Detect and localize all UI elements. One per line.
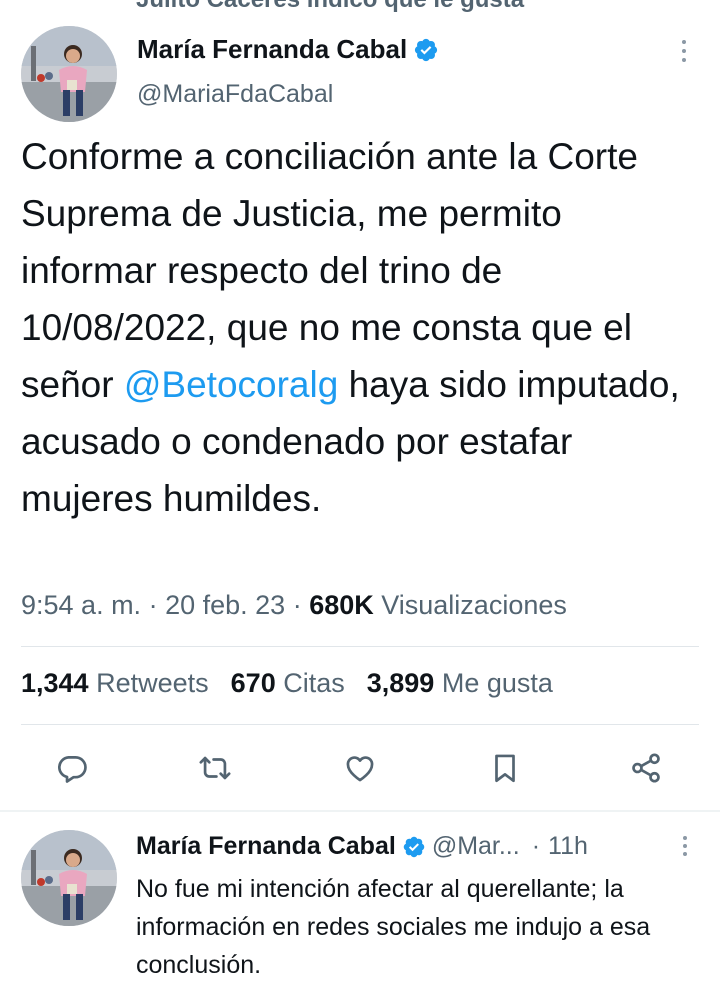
tweet-date[interactable]: 20 feb. 23	[165, 590, 285, 620]
author-name[interactable]: María Fernanda Cabal	[137, 34, 407, 65]
like-icon	[346, 756, 374, 782]
retweets-label: Retweets	[96, 668, 209, 698]
reply-tweet[interactable]: María Fernanda Cabal @Mar... · 11h No fu…	[0, 812, 720, 998]
avatar[interactable]	[21, 26, 117, 122]
likes-label: Me gusta	[441, 668, 553, 698]
reply-time[interactable]: 11h	[548, 832, 588, 861]
bookmark-icon	[495, 754, 515, 783]
reply-author-name[interactable]: María Fernanda Cabal	[136, 832, 396, 861]
meta-separator: ·	[531, 832, 541, 860]
divider	[21, 646, 699, 647]
more-options-icon[interactable]	[678, 836, 692, 860]
reply-author-handle[interactable]: @Mar...	[432, 832, 520, 861]
views-label: Visualizaciones	[381, 590, 567, 620]
mention-link[interactable]: @Betocoralg	[124, 364, 338, 405]
tweet-time[interactable]: 9:54 a. m.	[21, 590, 141, 620]
avatar[interactable]	[21, 830, 117, 926]
bookmark-button[interactable]	[485, 748, 525, 788]
quotes-label: Citas	[283, 668, 345, 698]
verified-badge-icon	[402, 835, 426, 859]
author-handle[interactable]: @MariaFdaCabal	[137, 80, 333, 109]
likes-count: 3,899	[366, 668, 435, 698]
reply-button[interactable]	[52, 748, 92, 788]
tweet-meta: 9:54 a. m. · 20 feb. 23 · 680K Visualiza…	[21, 590, 567, 621]
author-row[interactable]: María Fernanda Cabal	[137, 34, 439, 65]
reply-icon	[58, 756, 87, 783]
retweet-button[interactable]	[195, 748, 235, 788]
retweets-stat[interactable]: 1,344 Retweets	[21, 668, 209, 699]
like-button[interactable]	[340, 748, 380, 788]
retweet-icon	[199, 756, 231, 780]
quotes-stat[interactable]: 670 Citas	[231, 668, 345, 699]
retweets-count: 1,344	[21, 668, 89, 698]
verified-badge-icon	[413, 37, 439, 63]
reply-text: No fue mi intención afectar al querellan…	[136, 875, 651, 979]
views-count: 680K	[309, 590, 374, 620]
more-options-icon[interactable]	[676, 40, 692, 66]
main-tweet: María Fernanda Cabal @MariaFdaCabal Conf…	[0, 0, 720, 812]
engagement-stats: 1,344 Retweets 670 Citas 3,899 Me gusta	[21, 668, 553, 699]
meta-separator: ·	[141, 590, 166, 620]
reply-author-row[interactable]: María Fernanda Cabal @Mar... · 11h	[136, 832, 588, 861]
share-button[interactable]	[626, 748, 666, 788]
share-icon	[632, 753, 660, 783]
meta-separator: ·	[285, 590, 310, 620]
quotes-count: 670	[230, 668, 276, 698]
likes-stat[interactable]: 3,899 Me gusta	[367, 668, 553, 699]
action-bar	[0, 748, 720, 788]
tweet-body: Conforme a conciliación ante la Corte Su…	[21, 128, 701, 527]
divider	[21, 724, 699, 725]
